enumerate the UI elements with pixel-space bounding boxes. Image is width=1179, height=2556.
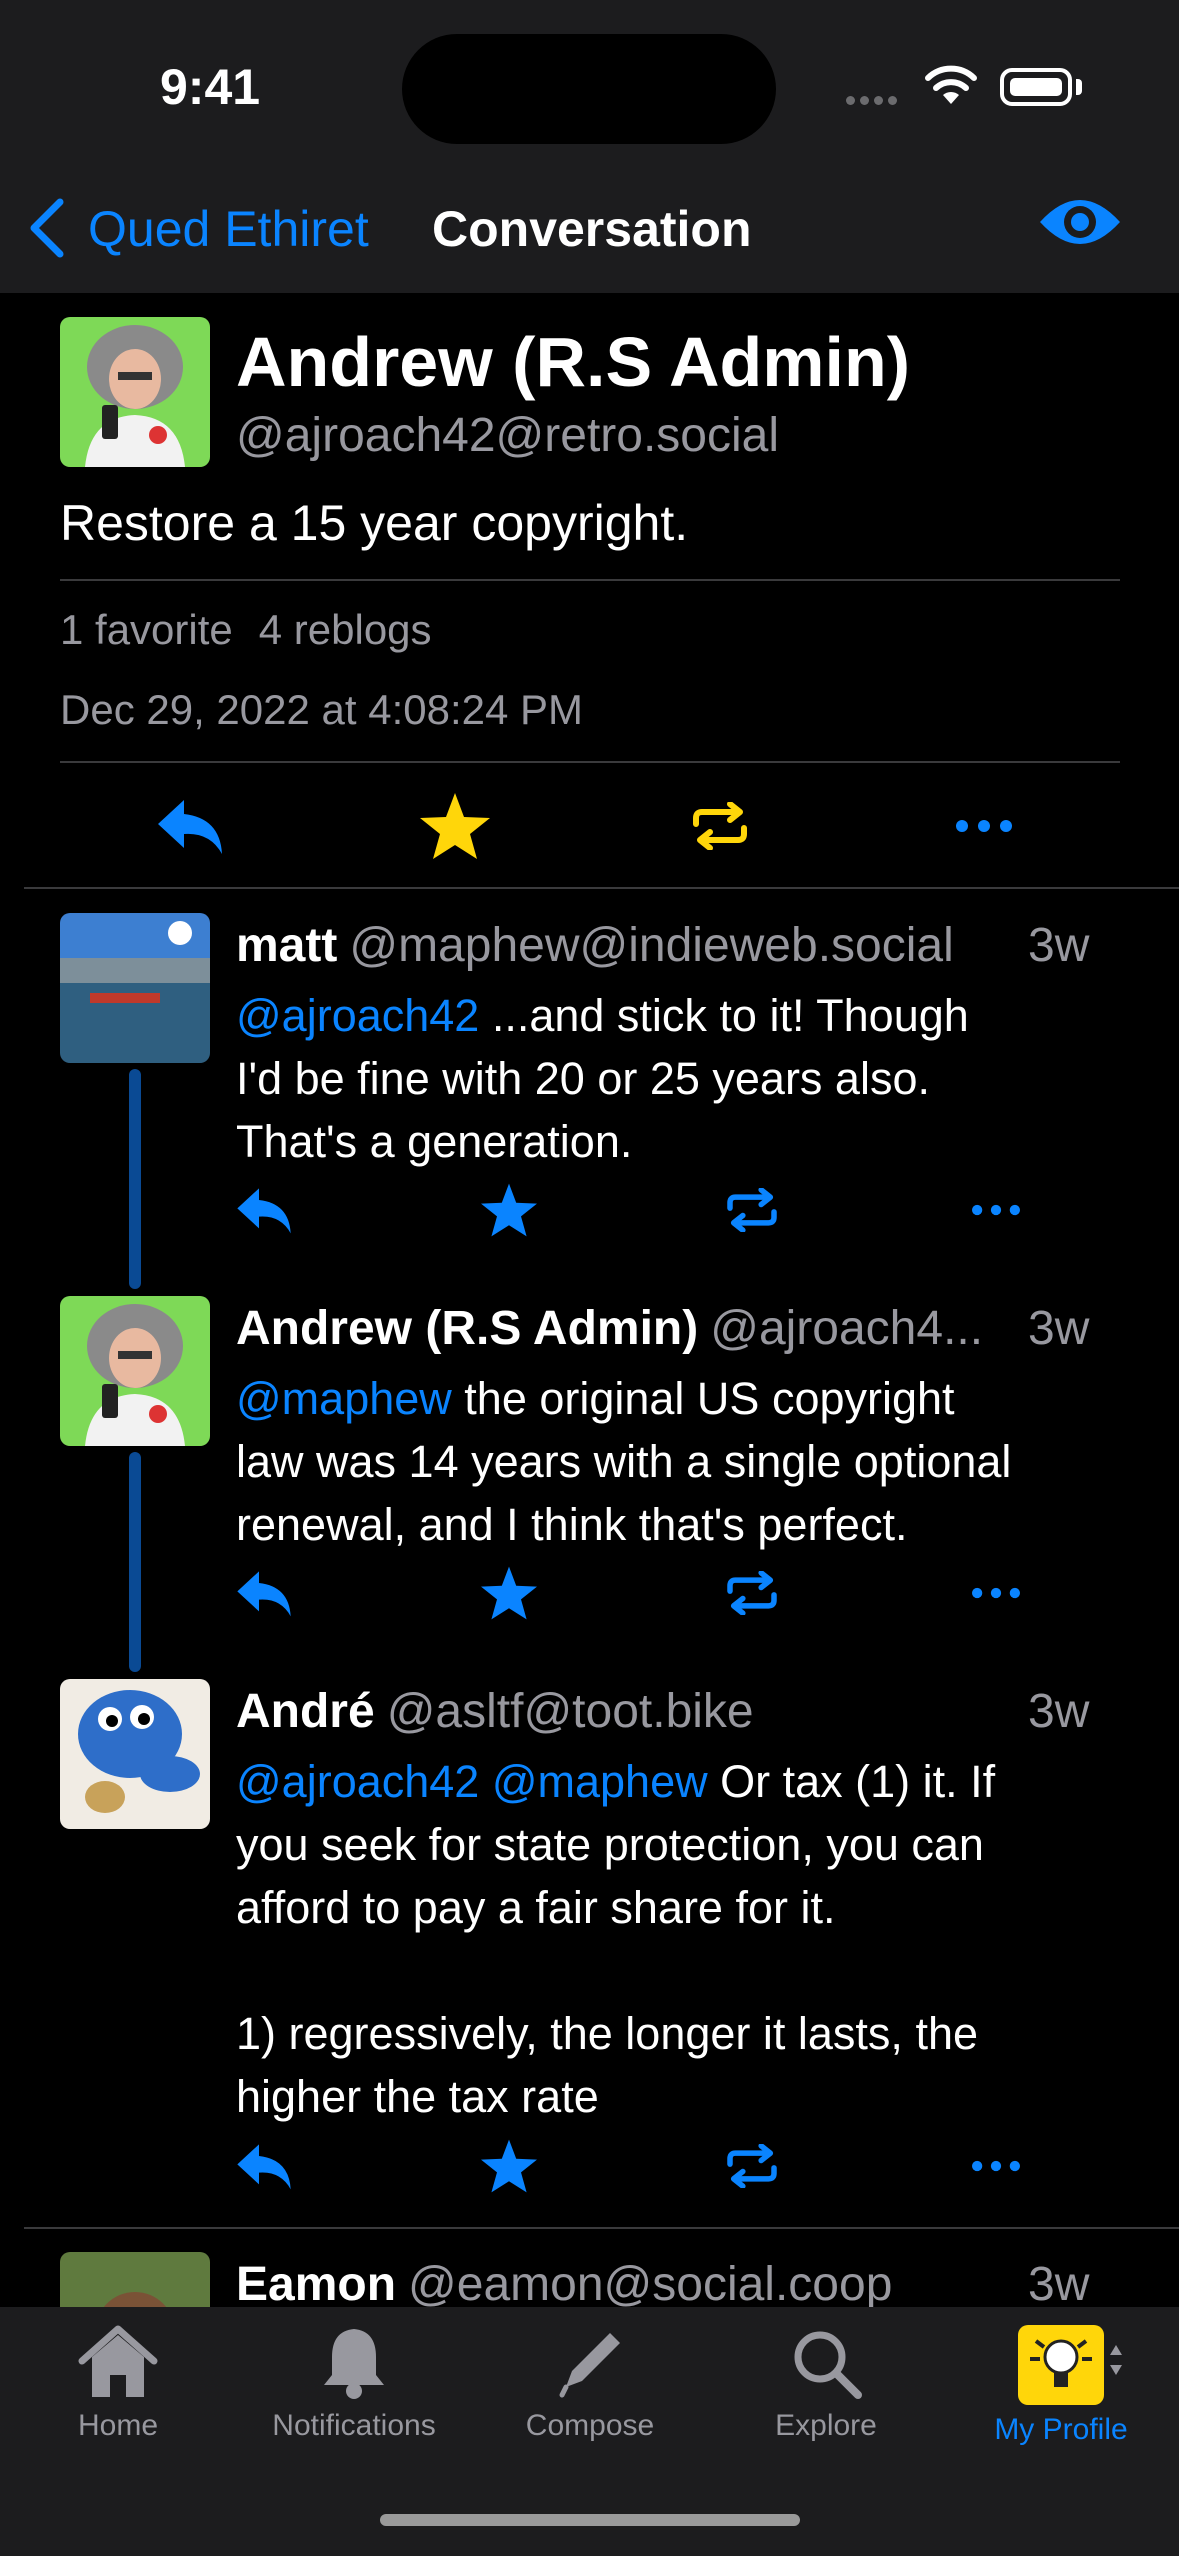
reply-author[interactable]: Andrew (R.S Admin) @ajroach4... bbox=[236, 1301, 983, 1356]
reply-button[interactable] bbox=[150, 786, 230, 866]
star-icon bbox=[481, 2139, 537, 2193]
ellipsis-icon bbox=[972, 1204, 1020, 1216]
tab-notifications[interactable]: Notifications bbox=[236, 2325, 472, 2443]
cellular-signal-icon bbox=[846, 92, 902, 110]
reply-author[interactable]: Eamon @eamon@social.coop bbox=[236, 2257, 892, 2312]
battery-icon bbox=[1000, 68, 1072, 106]
avatar[interactable] bbox=[60, 317, 210, 467]
tab-explore[interactable]: Explore bbox=[708, 2325, 944, 2443]
more-button[interactable] bbox=[944, 786, 1024, 866]
tab-label: Home bbox=[77, 2409, 159, 2442]
tab-my-profile[interactable]: My Profile bbox=[943, 2325, 1179, 2447]
author-handle[interactable]: @ajroach42@retro.social bbox=[236, 408, 779, 463]
more-button[interactable] bbox=[956, 2126, 1036, 2206]
reblog-button[interactable] bbox=[680, 786, 760, 866]
reply-author[interactable]: matt @maphew@indieweb.social bbox=[236, 918, 954, 973]
page-title: Conversation bbox=[432, 201, 752, 257]
ellipsis-icon bbox=[972, 2160, 1020, 2172]
star-icon bbox=[420, 793, 490, 859]
bell-icon bbox=[324, 2329, 384, 2399]
tab-label: My Profile bbox=[994, 2413, 1128, 2446]
back-button[interactable]: Qued Ethiret bbox=[88, 200, 369, 258]
reply-handle[interactable]: @eamon@social.coop bbox=[408, 2258, 892, 2311]
star-icon bbox=[481, 1183, 537, 1237]
ellipsis-icon bbox=[956, 820, 1012, 832]
house-icon bbox=[78, 2325, 158, 2397]
reblog-button[interactable] bbox=[712, 1170, 792, 1250]
reply-button[interactable] bbox=[224, 2126, 304, 2206]
reblog-icon bbox=[693, 802, 747, 850]
pencil-icon bbox=[559, 2333, 620, 2398]
post-stats: 1 favorite 4 reblogs bbox=[60, 606, 432, 654]
tab-label: Notifications bbox=[272, 2409, 436, 2442]
post-text: Restore a 15 year copyright. bbox=[60, 495, 689, 551]
home-indicator[interactable] bbox=[380, 2514, 800, 2526]
thread-line bbox=[129, 1452, 141, 1672]
thread-line bbox=[129, 1069, 141, 1289]
ellipsis-icon bbox=[972, 1587, 1020, 1599]
reply-icon bbox=[237, 1188, 291, 1234]
favorites-count[interactable]: 1 favorite bbox=[60, 606, 233, 653]
reply-handle[interactable]: @asltf@toot.bike bbox=[387, 1685, 754, 1738]
reply-author[interactable]: André @asltf@toot.bike bbox=[236, 1684, 754, 1739]
reply-button[interactable] bbox=[224, 1170, 304, 1250]
tab-label: Explore bbox=[775, 2409, 877, 2442]
reply-icon bbox=[237, 1571, 291, 1617]
mention-link[interactable]: @ajroach42 bbox=[236, 990, 479, 1041]
mention-link[interactable]: @maphew bbox=[236, 1373, 452, 1424]
reply-handle[interactable]: @maphew@indieweb.social bbox=[349, 919, 953, 972]
post-date: Dec 29, 2022 at 4:08:24 PM bbox=[60, 686, 584, 733]
avatar[interactable] bbox=[60, 1296, 210, 1446]
reply-text: @ajroach42 @maphew Or tax (1) it. If you… bbox=[236, 1756, 996, 2122]
more-button[interactable] bbox=[956, 1553, 1036, 1633]
reblogs-count[interactable]: 4 reblogs bbox=[259, 606, 432, 653]
favorite-button[interactable] bbox=[469, 2126, 549, 2206]
reply-time: 3w bbox=[1028, 2258, 1090, 2311]
eye-icon[interactable] bbox=[1036, 192, 1124, 257]
reply-button[interactable] bbox=[224, 1553, 304, 1633]
reply-time: 3w bbox=[1028, 1685, 1090, 1738]
reblog-button[interactable] bbox=[712, 1553, 792, 1633]
reply-icon bbox=[237, 2144, 291, 2190]
reblog-icon bbox=[727, 1188, 777, 1232]
divider bbox=[24, 2227, 1179, 2229]
avatar[interactable] bbox=[60, 913, 210, 1063]
reply-handle[interactable]: @ajroach4... bbox=[710, 1302, 983, 1355]
star-icon bbox=[481, 1566, 537, 1620]
reblog-icon bbox=[727, 1571, 777, 1615]
favorite-button[interactable] bbox=[469, 1170, 549, 1250]
favorite-button[interactable] bbox=[469, 1553, 549, 1633]
reply-time: 3w bbox=[1028, 919, 1090, 972]
more-button[interactable] bbox=[956, 1170, 1036, 1250]
magnifier-icon bbox=[794, 2331, 862, 2399]
reblog-button[interactable] bbox=[712, 2126, 792, 2206]
divider bbox=[60, 579, 1120, 581]
reply-time: 3w bbox=[1028, 1302, 1090, 1355]
reply-icon bbox=[158, 800, 222, 854]
divider bbox=[60, 761, 1120, 763]
favorite-button[interactable] bbox=[415, 786, 495, 866]
tab-compose[interactable]: Compose bbox=[472, 2325, 708, 2443]
back-chevron-icon[interactable] bbox=[24, 196, 68, 265]
reply-text: @ajroach42 ...and stick to it! Though I'… bbox=[236, 990, 969, 1167]
avatar[interactable] bbox=[60, 1679, 210, 1829]
divider bbox=[24, 887, 1179, 889]
reply-text: @maphew the original US copyright law wa… bbox=[236, 1373, 1012, 1550]
wifi-icon bbox=[924, 64, 978, 111]
mention-link[interactable]: @ajroach42 @maphew bbox=[236, 1756, 708, 1807]
status-time: 9:41 bbox=[160, 59, 261, 115]
author-name[interactable]: Andrew (R.S Admin) bbox=[236, 322, 910, 402]
tab-home[interactable]: Home bbox=[0, 2325, 236, 2443]
profile-avatar-icon bbox=[1018, 2325, 1122, 2405]
battery-tip bbox=[1076, 79, 1082, 95]
reblog-icon bbox=[727, 2144, 777, 2188]
tab-label: Compose bbox=[525, 2409, 655, 2442]
dynamic-island bbox=[402, 34, 776, 144]
